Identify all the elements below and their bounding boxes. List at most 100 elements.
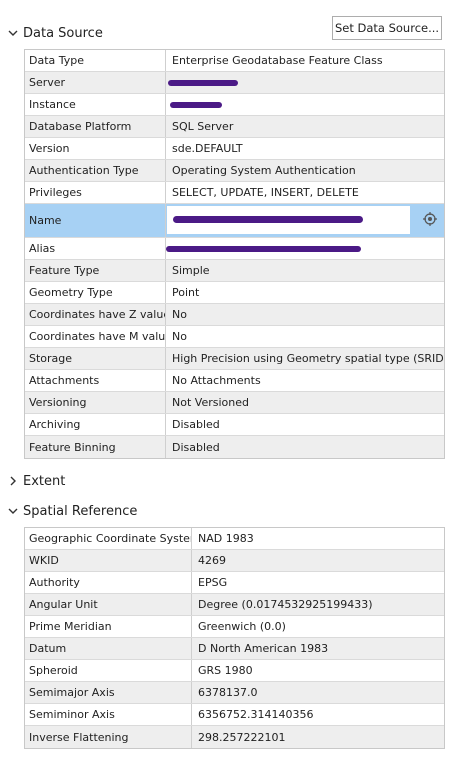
extent-section-header[interactable]: Extent [6,470,65,492]
table-row: Feature Type Simple [25,260,444,282]
spatial-reference-section-header[interactable]: Spatial Reference [6,500,137,522]
data-source-header-label: Data Source [23,25,103,41]
row-value[interactable]: Operating System Authentication [166,160,444,181]
row-label: Datum [25,638,192,659]
table-row: Authority EPSG [25,572,444,594]
row-label: Geometry Type [25,282,166,303]
row-label: Authority [25,572,192,593]
data-source-table: Data Type Enterprise Geodatabase Feature … [24,49,445,459]
row-value: EPSG [198,576,228,589]
row-value[interactable]: Enterprise Geodatabase Feature Class [166,50,444,71]
extent-header-label: Extent [23,473,66,489]
table-row: Data Type Enterprise Geodatabase Feature … [25,50,444,72]
row-value: Degree (0.0174532925199433) [198,598,373,611]
row-value: D North American 1983 [198,642,329,655]
table-row: Angular Unit Degree (0.0174532925199433) [25,594,444,616]
table-row: Semimajor Axis 6378137.0 [25,682,444,704]
row-label: Versioning [25,392,166,413]
row-value[interactable]: No Attachments [166,370,444,391]
row-label: Attachments [25,370,166,391]
row-label: Archiving [25,414,166,435]
table-row: Prime Meridian Greenwich (0.0) [25,616,444,638]
table-row: Server [25,72,444,94]
table-row: Instance [25,94,444,116]
redaction-mark [168,80,238,86]
chevron-right-icon [6,474,20,488]
spatial-reference-table: Geographic Coordinate System NAD 1983 WKI… [24,527,445,749]
row-value[interactable]: High Precision using Geometry spatial ty… [166,348,444,369]
table-row: Version sde.DEFAULT [25,138,444,160]
row-label: Spheroid [25,660,192,681]
row-label: Prime Meridian [25,616,192,637]
row-label: Storage [25,348,166,369]
row-value: NAD 1983 [198,532,254,545]
row-label: WKID [25,550,192,571]
row-label: Coordinates have M value [25,326,166,347]
row-value[interactable]: sde.DEFAULT [166,138,444,159]
table-row: Geometry Type Point [25,282,444,304]
row-value: 6356752.314140356 [198,708,314,721]
table-row: Alias [25,238,444,260]
row-label: Alias [25,238,166,259]
table-row: Semiminor Axis 6356752.314140356 [25,704,444,726]
row-label: Feature Type [25,260,166,281]
table-row: Coordinates have Z value No [25,304,444,326]
chevron-down-icon [6,26,20,40]
row-label: Feature Binning [25,436,166,458]
row-value: 298.257222101 [198,730,286,744]
row-label: Semiminor Axis [25,704,192,725]
row-label: Authentication Type [25,160,166,181]
table-row: WKID 4269 [25,550,444,572]
redaction-mark [166,246,361,252]
row-value[interactable]: No [166,304,444,325]
table-row: Database Platform SQL Server [25,116,444,138]
table-row: Geographic Coordinate System NAD 1983 [25,528,444,550]
redaction-mark [173,216,363,223]
row-value[interactable]: SQL Server [166,116,444,137]
table-row: Versioning Not Versioned [25,392,444,414]
table-row: Storage High Precision using Geometry spa… [25,348,444,370]
set-data-source-button[interactable]: Set Data Source... [332,16,442,40]
table-row-selected[interactable]: Name [25,204,444,238]
redaction-mark [170,102,222,108]
row-value: 6378137.0 [198,686,258,699]
row-value: 4269 [198,554,226,567]
row-label: Geographic Coordinate System [25,528,192,549]
table-row: Attachments No Attachments [25,370,444,392]
data-source-section-header[interactable]: Data Source [6,22,103,44]
table-row: Feature Binning Disabled [25,436,444,458]
table-row: Privileges SELECT, UPDATE, INSERT, DELETE [25,182,444,204]
row-value[interactable]: Disabled [166,436,444,458]
row-value: Greenwich (0.0) [198,620,286,633]
row-label: Angular Unit [25,594,192,615]
row-value[interactable]: Point [166,282,444,303]
row-label: Data Type [25,50,166,71]
row-label: Database Platform [25,116,166,137]
chevron-down-icon [6,504,20,518]
row-label: Inverse Flattening [25,726,192,748]
row-value-server[interactable] [166,72,444,93]
row-label: Privileges [25,182,166,203]
row-label: Coordinates have Z value [25,304,166,325]
table-row: Inverse Flattening 298.257222101 [25,726,444,748]
row-value[interactable]: Disabled [166,414,444,435]
row-value[interactable]: No [166,326,444,347]
table-row: Archiving Disabled [25,414,444,436]
row-value[interactable]: SELECT, UPDATE, INSERT, DELETE [166,182,444,203]
row-label: Server [25,72,166,93]
row-value-instance[interactable] [166,94,444,115]
table-row: Authentication Type Operating System Auth… [25,160,444,182]
row-value[interactable]: Simple [166,260,444,281]
crosshair-picker-icon[interactable] [422,211,438,227]
row-label: Instance [25,94,166,115]
row-value[interactable]: Not Versioned [166,392,444,413]
table-row: Spheroid GRS 1980 [25,660,444,682]
table-row: Datum D North American 1983 [25,638,444,660]
row-value: GRS 1980 [198,664,253,677]
row-label: Name [25,204,166,237]
name-field[interactable] [166,205,411,235]
row-value-name[interactable] [166,204,444,237]
row-label: Version [25,138,166,159]
table-row: Coordinates have M value No [25,326,444,348]
row-value-alias[interactable] [166,238,444,259]
